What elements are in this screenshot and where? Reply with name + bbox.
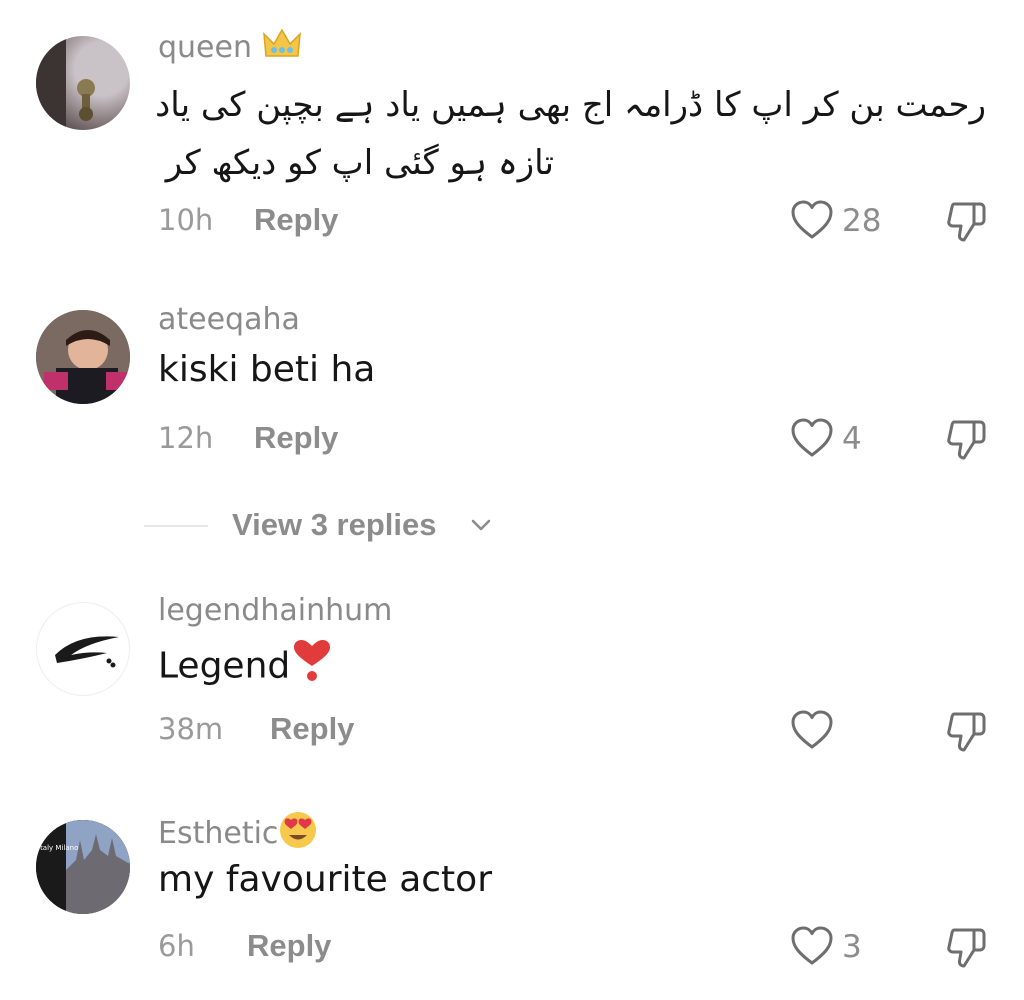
like-count: 3	[842, 929, 862, 965]
heart-eyes-emoji	[278, 810, 318, 859]
like-button[interactable]	[790, 924, 834, 968]
comment-username[interactable]: Esthetic	[158, 810, 318, 859]
avatar-caption: Italy Milano	[38, 844, 78, 852]
reply-button[interactable]: Reply	[247, 928, 331, 964]
comment-time: 6h	[158, 929, 195, 963]
avatar[interactable]: Italy Milano	[36, 820, 130, 914]
heart-outline-icon	[791, 926, 833, 965]
comment-item: Italy Milano Esthetic my favourite actor…	[0, 0, 1024, 1000]
dislike-button[interactable]	[944, 924, 990, 970]
comment-text: my favourite actor	[158, 859, 493, 900]
thumbs-down-icon	[947, 928, 986, 968]
